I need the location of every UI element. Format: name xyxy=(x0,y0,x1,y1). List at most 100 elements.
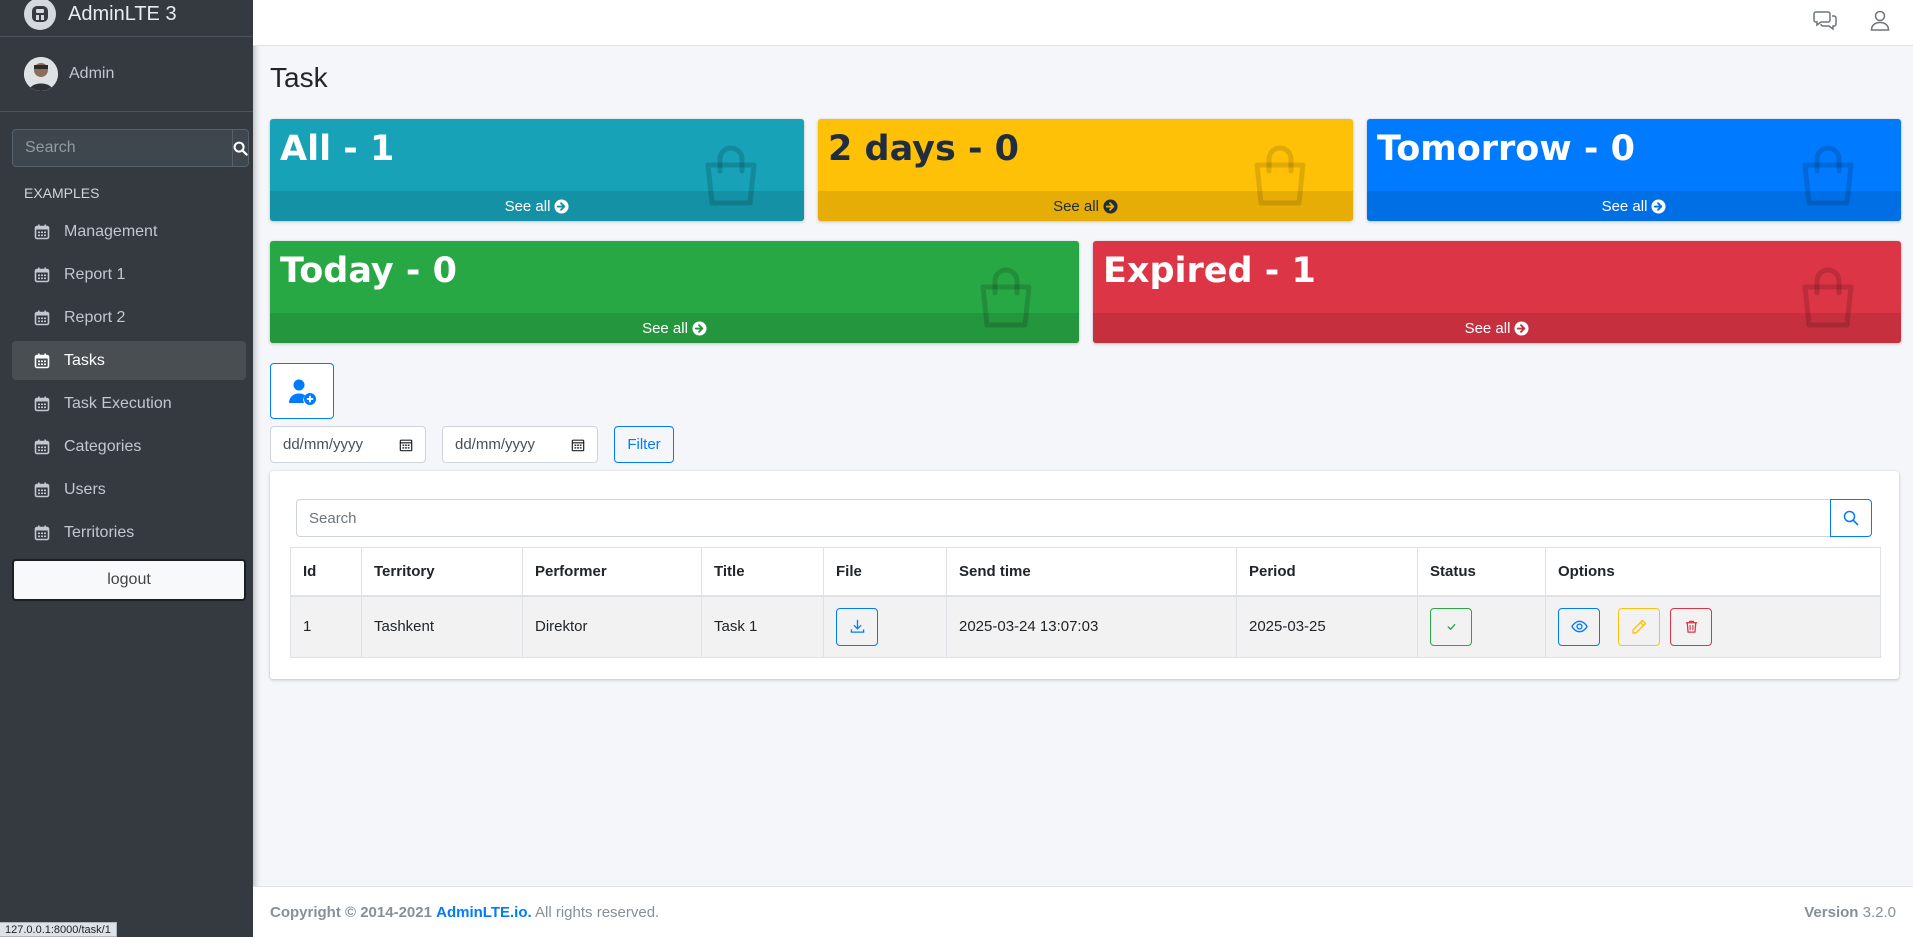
adminlte-logo-icon xyxy=(24,0,56,30)
col-header-period: Period xyxy=(1236,547,1418,597)
top-navbar xyxy=(253,0,1913,46)
col-header-territory: Territory xyxy=(361,547,523,597)
see-all-link[interactable]: See all xyxy=(1093,313,1901,343)
sidebar-search xyxy=(12,129,249,167)
user-plus-icon xyxy=(289,379,316,405)
download-icon xyxy=(850,620,864,634)
sidebar-search-button[interactable] xyxy=(232,129,249,167)
sidebar-item-label: Management xyxy=(64,222,158,240)
user-icon[interactable] xyxy=(1868,8,1892,32)
small-box-value: Today - 0 xyxy=(280,251,457,291)
see-all-label: See all xyxy=(642,319,688,337)
cell-performer: Direktor xyxy=(522,595,702,658)
col-header-id: Id xyxy=(290,547,362,597)
date-from-placeholder: dd/mm/yyyy xyxy=(283,436,364,453)
tasks-table: Id Territory Performer Title File Send t… xyxy=(290,547,1881,658)
date-to-placeholder: dd/mm/yyyy xyxy=(455,436,536,453)
eye-icon xyxy=(1570,620,1588,633)
shopping-bag-icon xyxy=(980,267,1032,328)
brand-text: AdminLTE 3 xyxy=(68,2,177,25)
arrow-circle-right-icon xyxy=(1514,320,1529,336)
small-box-all: All - 1 See all xyxy=(270,119,804,221)
calendar-icon[interactable] xyxy=(399,438,413,452)
edit-button[interactable] xyxy=(1618,607,1661,646)
logout-button[interactable]: logout xyxy=(12,559,246,601)
main-sidebar: AdminLTE 3 Admin EXAMPLES Management Rep… xyxy=(0,0,253,937)
sidebar-item-management[interactable]: Management xyxy=(12,212,246,251)
sidebar-item-categories[interactable]: Categories xyxy=(12,427,246,466)
delete-button[interactable] xyxy=(1670,607,1713,646)
comments-icon[interactable] xyxy=(1813,8,1837,32)
sidebar-item-label: Users xyxy=(64,480,106,498)
arrow-circle-right-icon xyxy=(554,198,569,214)
cell-options xyxy=(1545,595,1881,658)
page-title: Task xyxy=(270,62,328,93)
cell-period: 2025-03-25 xyxy=(1236,595,1418,658)
rights-text: All rights reserved. xyxy=(535,903,660,921)
small-box-2-days: 2 days - 0 See all xyxy=(818,119,1353,221)
see-all-link[interactable]: See all xyxy=(270,313,1079,343)
version-label: Version xyxy=(1804,903,1859,921)
sidebar-item-label: Categories xyxy=(64,437,142,455)
see-all-label: See all xyxy=(1464,319,1511,337)
see-all-label: See all xyxy=(1601,197,1648,215)
search-icon xyxy=(1843,510,1859,526)
view-button[interactable] xyxy=(1558,607,1600,646)
shopping-bag-icon xyxy=(705,145,757,206)
filter-button[interactable]: Filter xyxy=(614,426,674,463)
col-header-send-time: Send time xyxy=(946,547,1237,597)
small-box-today: Today - 0 See all xyxy=(270,241,1079,343)
trash-icon xyxy=(1685,620,1697,634)
calendar-icon xyxy=(34,525,50,540)
pencil-icon xyxy=(1632,619,1647,634)
col-header-performer: Performer xyxy=(522,547,702,597)
status-bar-url: 127.0.0.1:8000/task/1 xyxy=(0,922,117,937)
see-all-label: See all xyxy=(504,197,551,215)
footer-version: Version 3.2.0 xyxy=(1804,904,1896,921)
calendar-icon[interactable] xyxy=(571,438,585,452)
sidebar-nav: Management Report 1 Report 2 Tasks Task … xyxy=(12,212,246,556)
small-box-tomorrow: Tomorrow - 0 See all xyxy=(1367,119,1901,221)
table-row: 1 Tashkent Direktor Task 1 2025-03-24 13… xyxy=(290,595,1881,658)
tasks-card: Id Territory Performer Title File Send t… xyxy=(270,471,1899,679)
main-footer: Copyright © 2014-2021 AdminLTE.io. All r… xyxy=(253,886,1913,937)
date-to-input[interactable]: dd/mm/yyyy xyxy=(442,426,598,463)
status-complete-button[interactable] xyxy=(1430,607,1472,646)
cell-territory: Tashkent xyxy=(361,595,523,658)
version-number: 3.2.0 xyxy=(1862,903,1896,921)
sidebar-item-label: Task Execution xyxy=(64,394,172,412)
calendar-icon xyxy=(34,439,50,454)
sidebar-item-territories[interactable]: Territories xyxy=(12,513,246,552)
add-user-button[interactable] xyxy=(270,363,334,419)
table-search-button[interactable] xyxy=(1830,499,1872,537)
avatar xyxy=(24,57,58,91)
search-icon xyxy=(233,141,248,156)
sidebar-item-report-2[interactable]: Report 2 xyxy=(12,298,246,337)
calendar-icon xyxy=(34,482,50,497)
col-header-options: Options xyxy=(1545,547,1881,597)
shopping-bag-icon xyxy=(1802,145,1854,206)
shopping-bag-icon xyxy=(1802,267,1854,328)
sidebar-search-input[interactable] xyxy=(12,129,232,167)
adminlte-link[interactable]: AdminLTE.io. xyxy=(436,904,532,921)
user-panel[interactable]: Admin xyxy=(0,37,253,112)
date-from-input[interactable]: dd/mm/yyyy xyxy=(270,426,426,463)
cell-file xyxy=(823,595,947,658)
sidebar-item-task-execution[interactable]: Task Execution xyxy=(12,384,246,423)
nav-header: EXAMPLES xyxy=(24,185,100,201)
shopping-bag-icon xyxy=(1254,145,1306,206)
small-box-expired: Expired - 1 See all xyxy=(1093,241,1901,343)
col-header-status: Status xyxy=(1417,547,1546,597)
arrow-circle-right-icon xyxy=(1103,198,1118,214)
calendar-icon xyxy=(34,310,50,325)
brand-link[interactable]: AdminLTE 3 xyxy=(0,0,253,37)
table-search-input[interactable] xyxy=(296,499,1830,537)
cell-status xyxy=(1417,595,1546,658)
col-header-title: Title xyxy=(701,547,824,597)
sidebar-item-report-1[interactable]: Report 1 xyxy=(12,255,246,294)
download-file-button[interactable] xyxy=(836,607,878,646)
sidebar-item-users[interactable]: Users xyxy=(12,470,246,509)
sidebar-item-tasks[interactable]: Tasks xyxy=(12,341,246,380)
sidebar-item-label: Territories xyxy=(64,523,135,541)
footer-copyright: Copyright © 2014-2021 AdminLTE.io. All r… xyxy=(270,904,659,921)
